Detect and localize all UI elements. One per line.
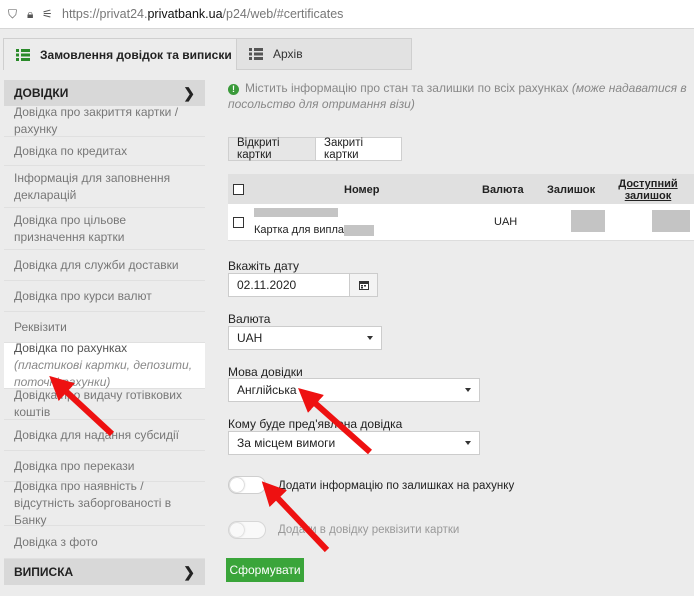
sidebar-item-label: Довідка про курси валют (14, 288, 152, 303)
info-message: ! Містить інформацію про стан та залишки … (228, 81, 687, 111)
sidebar-item-label: Довідка з фото (14, 534, 98, 549)
card-name: Картка для виплат (254, 224, 349, 236)
submit-button[interactable]: Сформувати (226, 558, 304, 582)
card-currency: UAH (494, 216, 518, 228)
sidebar-item-requisites[interactable]: Реквізити (4, 312, 205, 343)
tab-archive[interactable]: Архів (236, 38, 412, 70)
col-available[interactable]: Доступний залишок (617, 178, 679, 202)
caret-down-icon (367, 336, 373, 340)
sidebar-item-declarations[interactable]: Інформація для заповнення декларацій (4, 166, 205, 208)
requisites-toggle[interactable] (228, 521, 266, 539)
calendar-icon (358, 281, 369, 290)
caret-down-icon (465, 388, 471, 392)
list-icon (249, 48, 263, 60)
address-bar[interactable]: ⛉ 🔒︎ ⚟ https://privat24.privatbank.ua/p2… (0, 0, 694, 29)
list-icon (16, 48, 30, 61)
sidebar-item-label: Реквізити (14, 319, 67, 334)
currency-select[interactable]: UAH (228, 326, 382, 350)
sidebar-item-label: Інформація для заповнення декларацій (14, 170, 171, 202)
sidebar-item-label: Довідка про наявність / відсутність забо… (14, 479, 172, 527)
sidebar-item-loans[interactable]: Довідка по кредитах (4, 137, 205, 166)
sidebar-item-card-closure[interactable]: Довідка про закриття картки / рахунку (4, 105, 205, 137)
section-title: ДОВІДКИ (14, 86, 69, 100)
sidebar-item-cash[interactable]: Довідка про видачу готівкових коштів (4, 388, 205, 420)
sidebar-section-certificates[interactable]: ДОВІДКИ ❯ (4, 80, 205, 106)
masked-card-number (254, 208, 338, 217)
site-settings-icon[interactable]: ⚟ (42, 7, 53, 21)
sidebar-item-label: Довідка про закриття картки / рахунку (14, 105, 179, 136)
sidebar-item-label: Довідка про видачу готівкових коштів (14, 388, 182, 419)
toggle-knob (230, 478, 244, 492)
row-checkbox[interactable] (233, 217, 244, 228)
table-row[interactable]: Картка для виплат UAH (228, 204, 694, 241)
section-title: ВИПИСКА (14, 565, 74, 579)
balances-toggle[interactable] (228, 476, 266, 494)
sidebar-item-label: Довідка для служби доставки (14, 257, 179, 272)
requisites-toggle-label: Додати в довідку реквізити картки (278, 524, 460, 536)
tab-label: Архів (273, 47, 303, 61)
lock-icon[interactable]: 🔒︎ (27, 7, 33, 22)
calendar-button[interactable] (349, 273, 378, 297)
masked-available (652, 210, 690, 232)
sidebar-item-delivery[interactable]: Довідка для служби доставки (4, 250, 205, 281)
masked-balance (571, 210, 605, 232)
caret-down-icon (465, 441, 471, 445)
info-icon: ! (228, 84, 239, 95)
sidebar-item-label: Довідка по рахунках (пластикові картки, … (14, 341, 193, 389)
sidebar-item-label: Довідка про перекази (14, 458, 135, 473)
chevron-right-icon: ❯ (183, 563, 195, 580)
sidebar: ДОВІДКИ ❯ Довідка про закриття картки / … (4, 80, 205, 585)
tab-open-cards[interactable]: Відкриті картки (228, 137, 316, 161)
sidebar-item-subsidy[interactable]: Довідка для надання субсидії (4, 420, 205, 451)
col-balance: Залишок (547, 184, 596, 196)
sidebar-item-label: Довідка для надання субсидії (14, 427, 179, 442)
balances-toggle-label: Додати інформацію по залишках на рахунку (278, 480, 515, 492)
col-currency: Валюта (482, 184, 524, 196)
masked-card-suffix (344, 225, 374, 236)
sidebar-section-statement[interactable]: ВИПИСКА ❯ (4, 559, 205, 585)
language-label: Мова довідки (228, 365, 303, 379)
col-number: Номер (344, 184, 380, 196)
url-text[interactable]: https://privat24.privatbank.ua/p24/web/#… (62, 7, 343, 21)
sidebar-item-photo[interactable]: Довідка з фото (4, 526, 205, 559)
language-select[interactable]: Англійська (228, 378, 480, 402)
recipient-select[interactable]: За місцем вимоги (228, 431, 480, 455)
sidebar-item-exchange-rates[interactable]: Довідка про курси валют (4, 281, 205, 312)
toggle-knob (230, 523, 244, 537)
table-header: Номер Валюта Залишок Доступний залишок (228, 174, 694, 204)
tab-label: Замовлення довідок та виписки (40, 47, 232, 62)
cards-table: Номер Валюта Залишок Доступний залишок К… (228, 174, 694, 241)
shield-icon[interactable]: ⛉ (8, 7, 17, 22)
sidebar-item-debt[interactable]: Довідка про наявність / відсутність забо… (4, 479, 205, 527)
sidebar-item-label: Довідка про цільове призначення картки (14, 212, 127, 244)
sidebar-item-accounts[interactable]: Довідка по рахунках (пластикові картки, … (4, 341, 205, 389)
chevron-down-icon: ❯ (183, 84, 195, 101)
recipient-label: Кому буде пред'явлена довідка (228, 417, 403, 431)
tab-orders[interactable]: Замовлення довідок та виписки (3, 38, 237, 70)
select-all-checkbox[interactable] (233, 184, 244, 195)
date-label: Вкажіть дату (228, 259, 300, 273)
sidebar-item-label: Довідка по кредитах (14, 143, 128, 158)
currency-label: Валюта (228, 312, 271, 326)
arrow-to-toggle (261, 481, 330, 553)
sidebar-item-card-purpose[interactable]: Довідка про цільове призначення картки (4, 208, 205, 250)
tab-closed-cards[interactable]: Закриті картки (315, 137, 402, 161)
